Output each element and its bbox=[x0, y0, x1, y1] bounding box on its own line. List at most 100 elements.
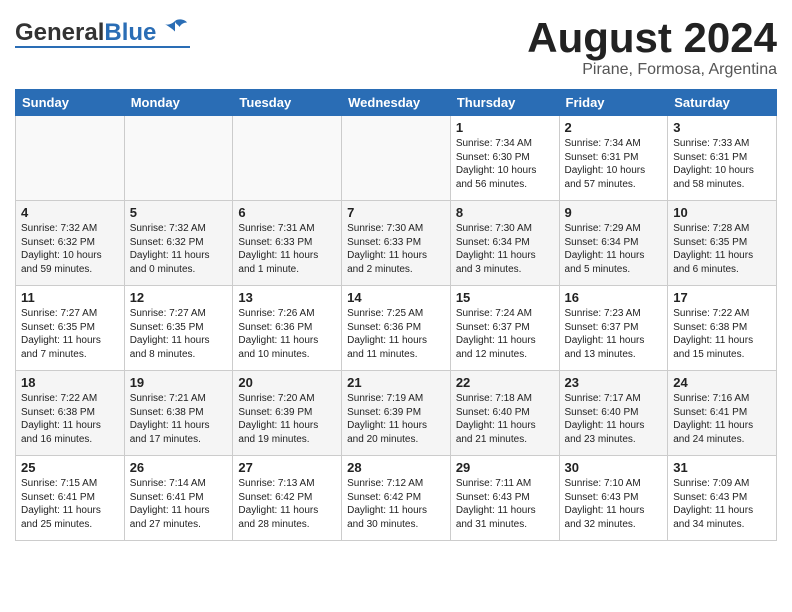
calendar-cell: 28Sunrise: 7:12 AMSunset: 6:42 PMDayligh… bbox=[342, 456, 451, 541]
calendar-cell: 18Sunrise: 7:22 AMSunset: 6:38 PMDayligh… bbox=[16, 371, 125, 456]
cell-info: Daylight: 11 hours and 17 minutes. bbox=[130, 419, 228, 446]
calendar-cell: 23Sunrise: 7:17 AMSunset: 6:40 PMDayligh… bbox=[559, 371, 668, 456]
cell-info: Sunrise: 7:12 AM bbox=[347, 477, 445, 491]
cell-info: Daylight: 10 hours and 57 minutes. bbox=[565, 164, 663, 191]
day-number: 8 bbox=[456, 205, 554, 220]
day-number: 27 bbox=[238, 460, 336, 475]
cell-info: Sunset: 6:30 PM bbox=[456, 151, 554, 165]
day-number: 15 bbox=[456, 290, 554, 305]
logo-blue: Blue bbox=[104, 19, 156, 46]
day-number: 13 bbox=[238, 290, 336, 305]
calendar-cell: 5Sunrise: 7:32 AMSunset: 6:32 PMDaylight… bbox=[124, 201, 233, 286]
cell-info: Sunrise: 7:11 AM bbox=[456, 477, 554, 491]
cell-info: Sunset: 6:38 PM bbox=[673, 321, 771, 335]
cell-info: Sunrise: 7:27 AM bbox=[130, 307, 228, 321]
title-block: August 2024 Pirane, Formosa, Argentina bbox=[527, 15, 777, 79]
cell-info: Sunrise: 7:25 AM bbox=[347, 307, 445, 321]
cell-info: Daylight: 11 hours and 6 minutes. bbox=[673, 249, 771, 276]
day-number: 3 bbox=[673, 120, 771, 135]
calendar-cell bbox=[342, 116, 451, 201]
cell-info: Daylight: 11 hours and 16 minutes. bbox=[21, 419, 119, 446]
cell-info: Sunset: 6:34 PM bbox=[456, 236, 554, 250]
day-number: 6 bbox=[238, 205, 336, 220]
calendar-cell: 17Sunrise: 7:22 AMSunset: 6:38 PMDayligh… bbox=[668, 286, 777, 371]
cell-info: Sunset: 6:41 PM bbox=[21, 491, 119, 505]
cell-info: Sunrise: 7:22 AM bbox=[21, 392, 119, 406]
week-row-3: 11Sunrise: 7:27 AMSunset: 6:35 PMDayligh… bbox=[16, 286, 777, 371]
day-number: 2 bbox=[565, 120, 663, 135]
cell-info: Sunset: 6:32 PM bbox=[21, 236, 119, 250]
cell-info: Sunrise: 7:21 AM bbox=[130, 392, 228, 406]
calendar-cell: 12Sunrise: 7:27 AMSunset: 6:35 PMDayligh… bbox=[124, 286, 233, 371]
week-row-5: 25Sunrise: 7:15 AMSunset: 6:41 PMDayligh… bbox=[16, 456, 777, 541]
cell-info: Daylight: 11 hours and 8 minutes. bbox=[130, 334, 228, 361]
cell-info: Daylight: 11 hours and 11 minutes. bbox=[347, 334, 445, 361]
week-row-2: 4Sunrise: 7:32 AMSunset: 6:32 PMDaylight… bbox=[16, 201, 777, 286]
cell-info: Sunset: 6:40 PM bbox=[565, 406, 663, 420]
cell-info: Sunrise: 7:22 AM bbox=[673, 307, 771, 321]
calendar-cell: 30Sunrise: 7:10 AMSunset: 6:43 PMDayligh… bbox=[559, 456, 668, 541]
calendar-cell: 31Sunrise: 7:09 AMSunset: 6:43 PMDayligh… bbox=[668, 456, 777, 541]
cell-info: Sunset: 6:37 PM bbox=[565, 321, 663, 335]
cell-info: Sunset: 6:37 PM bbox=[456, 321, 554, 335]
cell-info: Sunset: 6:41 PM bbox=[130, 491, 228, 505]
day-number: 24 bbox=[673, 375, 771, 390]
calendar-cell: 26Sunrise: 7:14 AMSunset: 6:41 PMDayligh… bbox=[124, 456, 233, 541]
col-header-sunday: Sunday bbox=[16, 90, 125, 116]
calendar-cell: 3Sunrise: 7:33 AMSunset: 6:31 PMDaylight… bbox=[668, 116, 777, 201]
day-number: 1 bbox=[456, 120, 554, 135]
day-number: 5 bbox=[130, 205, 228, 220]
calendar-cell: 19Sunrise: 7:21 AMSunset: 6:38 PMDayligh… bbox=[124, 371, 233, 456]
week-row-4: 18Sunrise: 7:22 AMSunset: 6:38 PMDayligh… bbox=[16, 371, 777, 456]
day-number: 30 bbox=[565, 460, 663, 475]
cell-info: Sunrise: 7:30 AM bbox=[347, 222, 445, 236]
cell-info: Daylight: 10 hours and 59 minutes. bbox=[21, 249, 119, 276]
cell-info: Sunset: 6:43 PM bbox=[456, 491, 554, 505]
cell-info: Daylight: 11 hours and 31 minutes. bbox=[456, 504, 554, 531]
calendar-cell: 16Sunrise: 7:23 AMSunset: 6:37 PMDayligh… bbox=[559, 286, 668, 371]
cell-info: Sunset: 6:41 PM bbox=[673, 406, 771, 420]
cell-info: Daylight: 11 hours and 20 minutes. bbox=[347, 419, 445, 446]
cell-info: Daylight: 11 hours and 23 minutes. bbox=[565, 419, 663, 446]
logo: GeneralBlue bbox=[15, 15, 190, 48]
cell-info: Daylight: 11 hours and 32 minutes. bbox=[565, 504, 663, 531]
cell-info: Daylight: 11 hours and 7 minutes. bbox=[21, 334, 119, 361]
cell-info: Sunrise: 7:26 AM bbox=[238, 307, 336, 321]
calendar-table: SundayMondayTuesdayWednesdayThursdayFrid… bbox=[15, 89, 777, 541]
day-number: 4 bbox=[21, 205, 119, 220]
cell-info: Daylight: 11 hours and 24 minutes. bbox=[673, 419, 771, 446]
cell-info: Daylight: 10 hours and 56 minutes. bbox=[456, 164, 554, 191]
day-number: 16 bbox=[565, 290, 663, 305]
calendar-cell: 24Sunrise: 7:16 AMSunset: 6:41 PMDayligh… bbox=[668, 371, 777, 456]
day-number: 22 bbox=[456, 375, 554, 390]
col-header-monday: Monday bbox=[124, 90, 233, 116]
calendar-cell: 14Sunrise: 7:25 AMSunset: 6:36 PMDayligh… bbox=[342, 286, 451, 371]
day-number: 14 bbox=[347, 290, 445, 305]
cell-info: Sunset: 6:43 PM bbox=[673, 491, 771, 505]
day-number: 9 bbox=[565, 205, 663, 220]
cell-info: Daylight: 11 hours and 0 minutes. bbox=[130, 249, 228, 276]
cell-info: Sunrise: 7:23 AM bbox=[565, 307, 663, 321]
cell-info: Sunrise: 7:15 AM bbox=[21, 477, 119, 491]
calendar-cell bbox=[124, 116, 233, 201]
cell-info: Sunset: 6:40 PM bbox=[456, 406, 554, 420]
cell-info: Sunrise: 7:32 AM bbox=[130, 222, 228, 236]
day-number: 26 bbox=[130, 460, 228, 475]
cell-info: Sunrise: 7:09 AM bbox=[673, 477, 771, 491]
col-header-thursday: Thursday bbox=[450, 90, 559, 116]
logo-general: General bbox=[15, 19, 104, 46]
cell-info: Sunset: 6:43 PM bbox=[565, 491, 663, 505]
cell-info: Sunrise: 7:30 AM bbox=[456, 222, 554, 236]
cell-info: Sunrise: 7:29 AM bbox=[565, 222, 663, 236]
day-number: 7 bbox=[347, 205, 445, 220]
col-header-friday: Friday bbox=[559, 90, 668, 116]
cell-info: Daylight: 11 hours and 2 minutes. bbox=[347, 249, 445, 276]
calendar-cell: 29Sunrise: 7:11 AMSunset: 6:43 PMDayligh… bbox=[450, 456, 559, 541]
cell-info: Sunrise: 7:18 AM bbox=[456, 392, 554, 406]
calendar-header-row: SundayMondayTuesdayWednesdayThursdayFrid… bbox=[16, 90, 777, 116]
day-number: 11 bbox=[21, 290, 119, 305]
day-number: 17 bbox=[673, 290, 771, 305]
cell-info: Sunset: 6:31 PM bbox=[565, 151, 663, 165]
cell-info: Daylight: 11 hours and 3 minutes. bbox=[456, 249, 554, 276]
cell-info: Sunset: 6:42 PM bbox=[347, 491, 445, 505]
